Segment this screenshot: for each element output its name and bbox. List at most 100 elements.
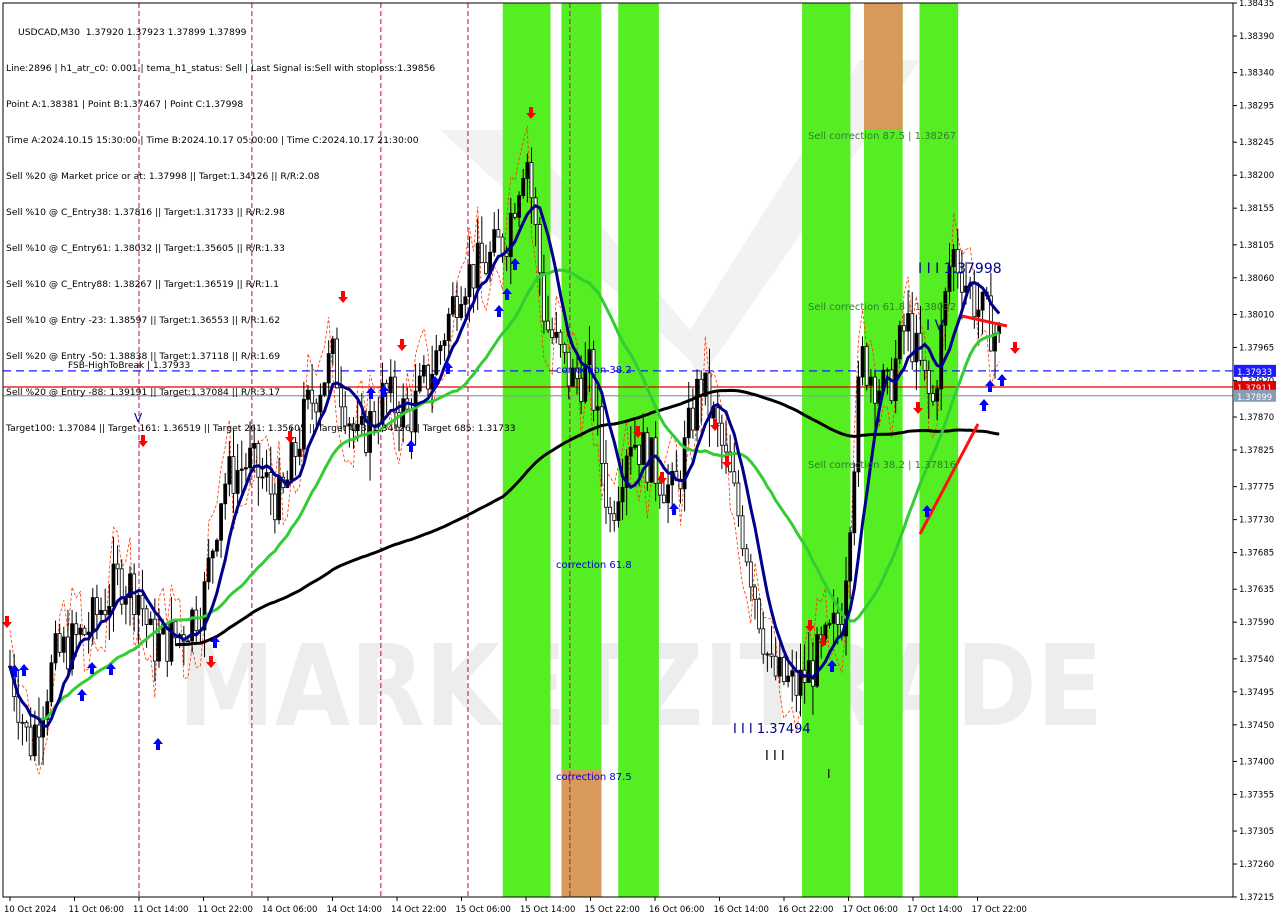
time-tick-label: 10 Oct 2024 [4, 905, 57, 915]
candle [223, 483, 228, 505]
candle [765, 653, 770, 656]
chart-annotation: Sell correction 87.5 | 1.38267 [808, 131, 956, 142]
candle [210, 550, 215, 559]
candle [115, 563, 120, 570]
candle [864, 346, 869, 386]
candle [37, 724, 41, 738]
chart-annotation: correction 38.2 [556, 365, 632, 376]
info-line: Sell %10 @ Entry -23: 1.38597 || Target:… [6, 315, 281, 326]
price-tick-label: 1.38435 [1239, 0, 1274, 9]
candle [546, 320, 550, 331]
candle [268, 472, 273, 495]
price-tick-label: 1.37965 [1239, 343, 1274, 353]
candle [935, 388, 939, 402]
symbol-line: USDCAD,M30 1.37920 1.37923 1.37899 1.378… [18, 27, 247, 38]
candle [972, 283, 977, 318]
candle [827, 622, 832, 626]
candle [169, 621, 174, 662]
candle [860, 346, 865, 378]
chart-annotation: I V [926, 318, 945, 334]
candle [541, 272, 546, 322]
price-tick-label: 1.38010 [1239, 310, 1274, 320]
price-tick-label: 1.37775 [1239, 483, 1274, 493]
price-tick-label: 1.37400 [1239, 757, 1274, 767]
candle [157, 633, 161, 662]
candle [980, 291, 985, 311]
buy-arrow-icon [153, 738, 163, 750]
candle [657, 482, 662, 496]
candle [517, 195, 521, 218]
candle [20, 721, 25, 724]
info-line: Line:2896 | h1_atr_c0: 0.001 | tema_h1_s… [6, 63, 436, 74]
time-tick-label: 11 Oct 14:00 [133, 905, 188, 915]
price-tick-label: 1.37305 [1239, 827, 1274, 837]
price-tick-label: 1.37590 [1239, 618, 1274, 628]
candle [608, 506, 613, 515]
chart-annotation: I [827, 767, 831, 781]
buy-arrow-icon [979, 399, 989, 411]
candle [554, 331, 559, 338]
price-tick-label: 1.37260 [1239, 860, 1274, 870]
zone-orange [561, 770, 602, 897]
candle [815, 634, 819, 687]
chart-annotation: correction 87.5 [556, 772, 632, 783]
candle [82, 627, 87, 636]
candle [662, 494, 666, 504]
candle [537, 224, 542, 274]
candle [848, 532, 853, 582]
candle [856, 376, 861, 473]
chart-annotation: Sell correction 61.8 | 1.38032 [808, 302, 956, 313]
price-tick-label: 1.38105 [1239, 241, 1274, 251]
time-tick-label: 17 Oct 06:00 [843, 905, 898, 915]
time-tick-label: 14 Oct 14:00 [327, 905, 382, 915]
candle [633, 444, 637, 448]
price-tick-label: 1.38200 [1239, 171, 1274, 181]
zone-green [561, 3, 602, 897]
candle [90, 597, 95, 633]
info-line: Target100: 1.37084 || Target 161: 1.3651… [6, 423, 516, 434]
time-tick-label: 14 Oct 22:00 [391, 905, 446, 915]
candle [529, 162, 534, 199]
candle [761, 628, 766, 655]
candle [831, 612, 836, 624]
candle [599, 406, 604, 464]
candle [78, 627, 83, 635]
time-tick-label: 15 Oct 14:00 [520, 905, 575, 915]
candle [194, 609, 199, 631]
candle [976, 309, 981, 318]
candle [152, 618, 157, 662]
candle [868, 376, 873, 386]
candle [906, 313, 911, 332]
price-tick-label: 1.38340 [1239, 69, 1274, 79]
time-tick-label: 11 Oct 06:00 [69, 905, 124, 915]
candle [95, 597, 99, 616]
candle [16, 696, 21, 723]
chart-annotation: correction 61.8 [556, 560, 632, 571]
chart-annotation: I I I 1.37998 [918, 261, 1002, 277]
candle [873, 376, 877, 404]
time-tick-label: 14 Oct 06:00 [262, 905, 317, 915]
candle [66, 636, 70, 670]
info-line: Sell %20 @ Entry -88: 1.39191 || Target:… [6, 387, 281, 398]
time-tick-label: 11 Oct 22:00 [198, 905, 253, 915]
buy-arrow-icon [669, 503, 679, 515]
candle [525, 162, 530, 179]
chart-container[interactable]: MARKETZITRADE FSB-HighToBreak | 1.37933 … [0, 0, 1280, 920]
trend-line [961, 314, 1008, 328]
candle [695, 378, 699, 431]
candle [740, 515, 745, 550]
candle [272, 493, 277, 521]
candle [24, 722, 29, 728]
candle [885, 369, 890, 372]
price-tick-label: 1.37685 [1239, 549, 1274, 559]
candle [550, 329, 555, 338]
candle [794, 670, 799, 696]
price-tick-label: 1.37495 [1239, 688, 1274, 698]
candle [811, 660, 815, 687]
candle [215, 539, 219, 552]
candle [32, 724, 37, 757]
candle [690, 407, 695, 431]
candle [748, 561, 753, 588]
candle [753, 586, 757, 600]
candle [757, 598, 762, 630]
